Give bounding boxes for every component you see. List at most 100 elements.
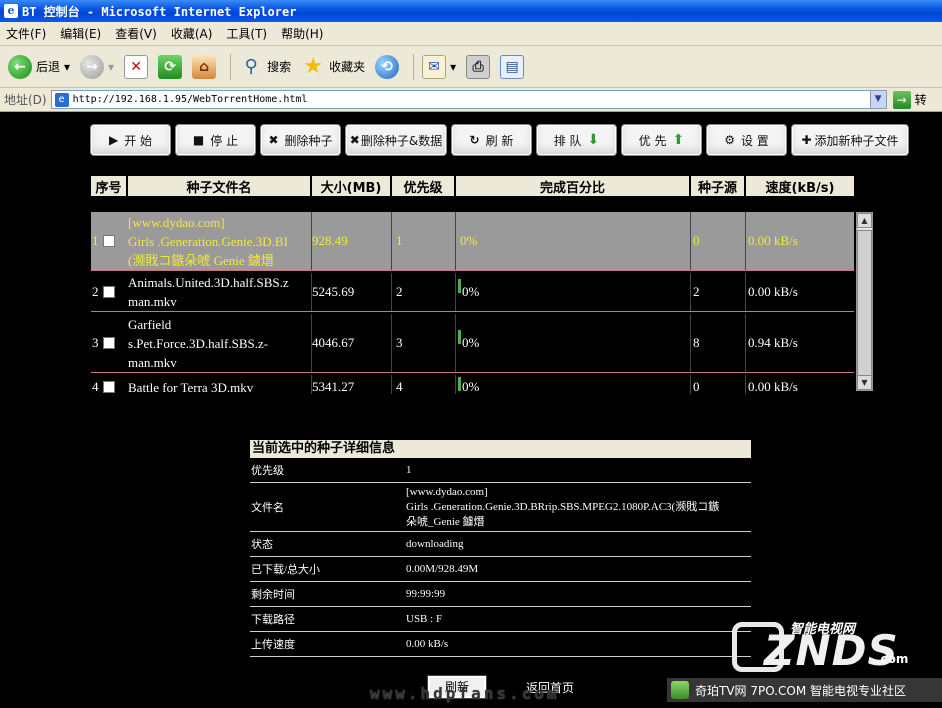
go-arrow-icon[interactable]: →	[892, 90, 911, 109]
gear-icon: ⚙	[724, 133, 735, 147]
column-header-priority[interactable]: 优先级	[392, 176, 456, 196]
back-arrow-icon: ←	[8, 54, 32, 79]
address-input[interactable]: e http://192.168.1.95/WebTorrentHome.htm…	[50, 90, 887, 109]
column-header-name[interactable]: 种子文件名	[128, 176, 312, 196]
menu-tools[interactable]: 工具(T)	[226, 25, 267, 42]
detail-value: downloading	[406, 537, 464, 550]
browser-toolbar: ← 后退 ▾ → ▾ ✕ ⟳ ⌂ ⚲ 搜索 ★ 收藏夹 ⟲ ✉ ▾ ⎙ ▤	[0, 46, 942, 88]
favorites-button[interactable]: ★ 收藏夹	[299, 51, 367, 83]
menu-help[interactable]: 帮助(H)	[281, 25, 323, 42]
detail-value: 0.00M/928.49M	[406, 562, 479, 575]
row-index: 2	[92, 284, 99, 299]
detail-label: 下载路径	[251, 614, 295, 626]
address-dropdown-icon[interactable]: ▼	[869, 91, 886, 108]
delete-torrent-data-button[interactable]: ✖ 删除种子&数据	[345, 124, 447, 156]
menu-view[interactable]: 查看(V)	[115, 25, 157, 42]
refresh-list-button[interactable]: ↻ 刷 新	[451, 124, 532, 156]
row-priority: 2	[392, 273, 456, 311]
back-button[interactable]: ← 后退 ▾	[6, 51, 72, 83]
delete-torrent-button[interactable]: ✖ 删除种子	[260, 124, 341, 156]
queue-button[interactable]: 排 队 ⬇	[536, 124, 617, 156]
row-percent: 0%	[456, 273, 691, 311]
detail-row: 上传速度 0.00 kB/s	[250, 632, 751, 657]
stop-button[interactable]: ✕	[122, 51, 150, 83]
stop-label: 停 止	[210, 133, 239, 148]
column-header-size[interactable]: 大小(MB)	[312, 176, 392, 196]
toolbar-divider	[230, 53, 232, 80]
menu-edit[interactable]: 编辑(E)	[60, 25, 101, 42]
row-speed: 0.00 kB/s	[748, 284, 798, 299]
arrow-down-icon: ⬇	[587, 132, 600, 148]
row-seeds: 8	[691, 314, 746, 372]
row-checkbox[interactable]	[102, 235, 115, 247]
row-checkbox[interactable]	[102, 337, 115, 349]
menu-favorites[interactable]: 收藏(A)	[171, 25, 213, 42]
table-row[interactable]: 3 Garfield s.Pet.Force.3D.half.SBS.z- ma…	[91, 314, 854, 373]
column-header-speed[interactable]: 速度(kB/s)	[746, 176, 854, 196]
forward-button[interactable]: → ▾	[78, 51, 116, 83]
row-index: 4	[92, 379, 99, 394]
home-icon: ⌂	[192, 54, 217, 79]
progress-bar	[458, 330, 461, 344]
go-button[interactable]: 转	[915, 91, 927, 108]
start-button[interactable]: ▶ 开 始	[90, 124, 171, 156]
home-button[interactable]: ⌂	[190, 51, 218, 83]
start-label: 开 始	[124, 133, 153, 148]
torrent-details-panel: 当前选中的种子详细信息 优先级 1 文件名 [www.dydao.com] Gi…	[250, 440, 751, 657]
refresh-label: 刷 新	[485, 133, 514, 148]
table-row[interactable]: 2 Animals.United.3D.half.SBS.z man.mkv 5…	[91, 273, 854, 312]
refresh-icon: ⟳	[158, 54, 183, 79]
print-button[interactable]: ⎙	[464, 51, 492, 83]
column-header-percent[interactable]: 完成百分比	[456, 176, 691, 196]
znds-logo: 智能电视网 ZNDS .com	[730, 612, 930, 676]
edit-page-icon: ▤	[500, 54, 525, 79]
add-torrent-button[interactable]: ✚ 添加新种子文件	[791, 124, 909, 156]
torrent-table-body: 1 [www.dydao.com] Girls .Generation.Geni…	[91, 212, 854, 394]
history-icon: ⟲	[375, 54, 400, 79]
column-header-index[interactable]: 序号	[91, 176, 128, 196]
back-dropdown-icon[interactable]: ▾	[64, 60, 70, 74]
detail-label: 优先级	[251, 465, 284, 477]
detail-row: 剩余时间 99:99:99	[250, 582, 751, 607]
row-name: Battle for Terra 3D.mkv	[128, 375, 312, 394]
printer-icon: ⎙	[466, 54, 491, 79]
window-titlebar[interactable]: e BT 控制台 - Microsoft Internet Explorer	[0, 0, 942, 22]
scroll-thumb[interactable]	[857, 230, 872, 380]
delete-x-icon: ✖	[349, 133, 360, 147]
table-row[interactable]: 1 [www.dydao.com] Girls .Generation.Geni…	[91, 212, 854, 271]
action-button-row: ▶ 开 始 ■ 停 止 ✖ 删除种子 ✖ 删除种子&数据 ↻ 刷 新 排 队 ⬇…	[90, 124, 913, 156]
mail-button[interactable]: ✉ ▾	[420, 51, 458, 83]
forward-dropdown-icon[interactable]: ▾	[108, 60, 114, 74]
row-percent: 0%	[456, 314, 691, 372]
address-bar: 地址(D) e http://192.168.1.95/WebTorrentHo…	[0, 88, 942, 112]
settings-button[interactable]: ⚙ 设 置	[706, 124, 787, 156]
queue-label: 排 队	[553, 133, 582, 148]
row-checkbox[interactable]	[102, 381, 115, 393]
stop-torrent-button[interactable]: ■ 停 止	[175, 124, 256, 156]
scroll-up-icon[interactable]: ▲	[857, 213, 872, 228]
mail-dropdown-icon[interactable]: ▾	[450, 60, 456, 74]
edit-button[interactable]: ▤	[498, 51, 526, 83]
hdpfans-watermark: www.hdpfans.com	[370, 684, 560, 703]
row-size: 5341.27	[312, 375, 392, 394]
row-checkbox[interactable]	[102, 286, 115, 298]
detail-row: 文件名 [www.dydao.com] Girls .Generation.Ge…	[250, 483, 751, 532]
toolbar-divider	[413, 53, 415, 80]
table-scrollbar[interactable]: ▲ ▼	[856, 212, 873, 391]
menu-file[interactable]: 文件(F)	[6, 25, 46, 42]
refresh-page-button[interactable]: ⟳	[156, 51, 184, 83]
search-icon: ⚲	[244, 56, 258, 77]
row-index: 1	[92, 233, 99, 248]
priority-button[interactable]: 优 先 ⬆	[621, 124, 702, 156]
znds-tld: .com	[876, 652, 909, 666]
qipo-logo-icon	[671, 681, 689, 699]
arrow-up-icon: ⬆	[672, 132, 685, 148]
scroll-down-icon[interactable]: ▼	[857, 375, 872, 390]
row-name: Garfield s.Pet.Force.3D.half.SBS.z- man.…	[128, 314, 312, 372]
column-header-seeds[interactable]: 种子源	[691, 176, 746, 196]
address-url[interactable]: http://192.168.1.95/WebTorrentHome.html	[73, 94, 870, 105]
table-row[interactable]: 4 Battle for Terra 3D.mkv 5341.27 4 0% 0…	[91, 375, 854, 394]
search-button[interactable]: ⚲ 搜索	[237, 51, 293, 83]
detail-row: 优先级 1	[250, 458, 751, 483]
media-button[interactable]: ⟲	[373, 51, 401, 83]
